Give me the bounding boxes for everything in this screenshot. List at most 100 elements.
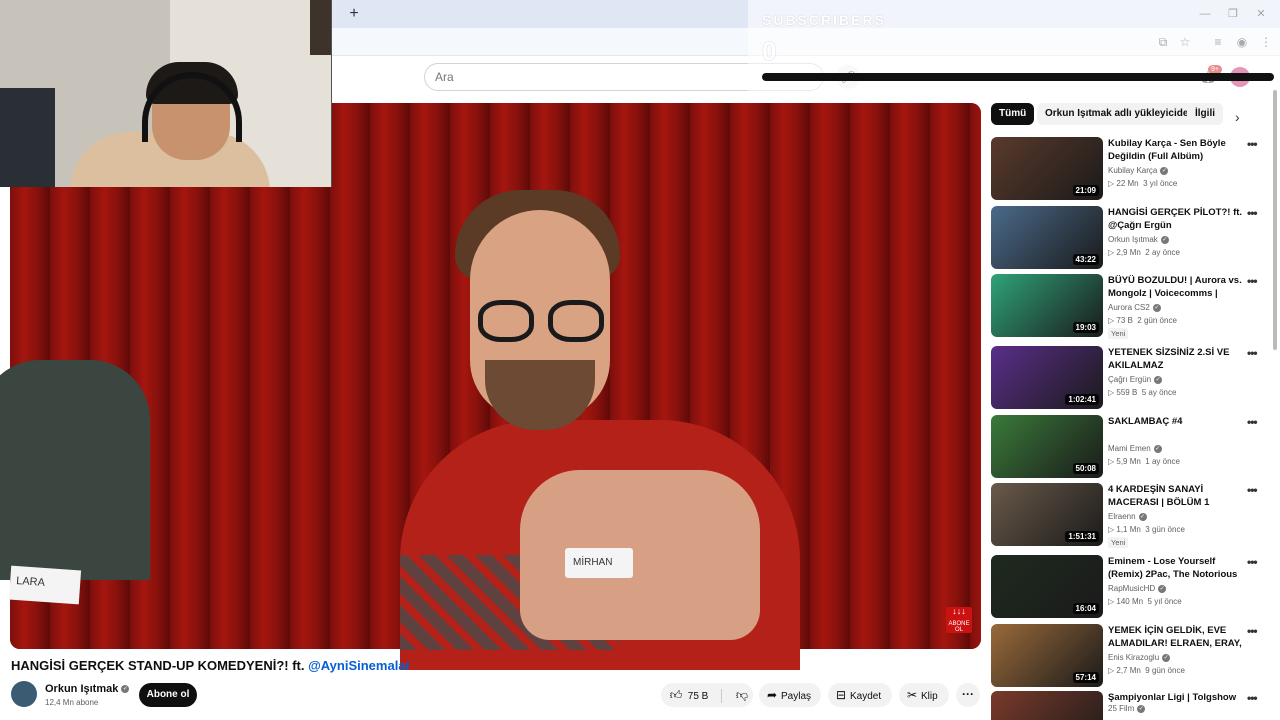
recommendation-views: 2,9 Mn: [1116, 248, 1141, 257]
recommendation-views: 1,1 Mn: [1116, 525, 1141, 534]
channel-subscriber-count: 12,4 Mn abone: [45, 698, 99, 707]
recommendation-thumbnail[interactable]: 57:14: [991, 624, 1103, 687]
recommendation-thumbnail[interactable]: 43:22: [991, 206, 1103, 269]
recommendation-item[interactable]: 57:14 YEMEK İÇİN GELDİK, EVE ALMADILAR! E…: [991, 624, 1271, 688]
more-options-icon[interactable]: •••: [1247, 555, 1258, 569]
recommendation-item[interactable]: 43:22 HANGİSİ GERÇEK PİLOT?! ft. @Çağrı E…: [991, 206, 1271, 270]
recommendation-title[interactable]: 4 KARDEŞİN SANAYİ MACERASI | BÖLÜM 1: [1108, 483, 1248, 509]
verified-icon: ✓: [1160, 166, 1169, 175]
recommendation-item[interactable]: 50:08 SAKLAMBAÇ #4 Mami Emen ✓ ▷ 5,9 Mn 1 ay…: [991, 415, 1271, 479]
recommendation-item[interactable]: 16:04 Eminem - Lose Yourself (Remix) 2Pac…: [991, 555, 1271, 619]
recommendation-title[interactable]: YETENEK SİZSİNİZ 2.Sİ VE AKILALMAZ SİHİR…: [1108, 346, 1248, 372]
title-mention-link[interactable]: @AyniSinemalar: [308, 658, 411, 673]
scissors-icon: ✂: [906, 688, 918, 702]
subscriber-overlay-count: 0: [762, 36, 777, 66]
subscriber-overlay-label: SUBSCRIBERS: [762, 12, 886, 28]
webcam-picture-frame: [310, 0, 331, 55]
verified-icon: ✓: [1138, 512, 1147, 521]
more-options-icon[interactable]: •••: [1247, 624, 1258, 638]
recommendation-title[interactable]: SAKLAMBAÇ #4: [1108, 415, 1248, 428]
recommendation-views: 22 Mn: [1116, 179, 1139, 188]
sidebar-scrollbar[interactable]: [1273, 90, 1277, 350]
recommendation-title[interactable]: BÜYÜ BOZULDU! | Aurora vs. Mongolz | Voi…: [1108, 274, 1248, 300]
like-icon[interactable]: 👍︎: [667, 683, 685, 707]
recommendation-channel-name: Elraenn: [1108, 512, 1136, 521]
recommendation-meta: ▷ 5,9 Mn 1 ay önce: [1108, 457, 1180, 466]
recommendation-age: 9 gün önce: [1145, 666, 1185, 675]
chevron-right-icon[interactable]: ›: [1235, 109, 1240, 125]
recommendation-meta: ▷ 140 Mn 5 yıl önce: [1108, 597, 1182, 606]
duration-badge: 43:22: [1072, 254, 1099, 265]
recommendation-title[interactable]: HANGİSİ GERÇEK PİLOT?! ft. @Çağrı Ergün: [1108, 206, 1248, 232]
verified-icon: ✓: [1158, 584, 1167, 593]
more-options-icon[interactable]: •••: [1247, 206, 1258, 220]
verified-icon: ✓: [1162, 653, 1171, 662]
recommendation-channel[interactable]: RapMusicHD ✓: [1108, 584, 1167, 593]
more-options-icon[interactable]: •••: [1247, 483, 1258, 497]
recommendation-meta: ▷ 2,9 Mn 2 ay önce: [1108, 248, 1180, 257]
recommendation-thumbnail[interactable]: 16:04: [991, 555, 1103, 618]
recommendation-age: 5 yıl önce: [1147, 597, 1182, 606]
channel-name[interactable]: Orkun Işıtmak ✓: [45, 683, 130, 695]
like-divider: [721, 689, 723, 704]
more-actions-icon[interactable]: ···: [956, 683, 980, 707]
recommendation-title[interactable]: Kubilay Karça - Sen Böyle Değildin (Full…: [1108, 137, 1248, 163]
chip-related[interactable]: İlgili: [1187, 103, 1223, 125]
save-button[interactable]: ⊟ Kaydet: [828, 683, 892, 707]
recommendation-channel[interactable]: Enis Kirazoglu ✓: [1108, 653, 1171, 662]
recommendation-title[interactable]: Eminem - Lose Yourself (Remix) 2Pac, The…: [1108, 555, 1248, 581]
recommendation-thumbnail[interactable]: 1:51:31: [991, 483, 1103, 546]
new-tab-button[interactable]: +: [344, 4, 364, 24]
recommendation-channel[interactable]: Kubilay Karça ✓: [1108, 166, 1169, 175]
more-options-icon[interactable]: •••: [1247, 137, 1258, 151]
share-button[interactable]: ➦ Paylaş: [759, 683, 821, 707]
dislike-icon[interactable]: 👎︎: [733, 683, 751, 707]
recommendation-channel[interactable]: Elraenn ✓: [1108, 512, 1147, 521]
recommendation-item[interactable]: 21:09 Kubilay Karça - Sen Böyle Değildin …: [991, 137, 1271, 201]
recommendation-age: 3 gün önce: [1145, 525, 1185, 534]
recommendation-meta: ▷ 22 Mn 3 yıl önce: [1108, 179, 1177, 188]
recommendation-title[interactable]: YEMEK İÇİN GELDİK, EVE ALMADILAR! ELRAEN…: [1108, 624, 1248, 650]
recommendation-thumbnail[interactable]: 21:09: [991, 137, 1103, 200]
recommendation-age: 5 ay önce: [1141, 388, 1177, 397]
recommendation-thumbnail[interactable]: 50:08: [991, 415, 1103, 478]
recommendation-item[interactable]: 19:03 BÜYÜ BOZULDU! | Aurora vs. Mongolz …: [991, 274, 1271, 339]
duration-badge: 57:14: [1072, 672, 1099, 683]
more-options-icon[interactable]: •••: [1247, 346, 1258, 360]
recommendation-channel-name: Çağrı Ergün: [1108, 375, 1152, 384]
new-badge: Yeni: [1108, 537, 1129, 548]
recommendation-channel[interactable]: Orkun Işıtmak ✓: [1108, 235, 1169, 244]
recommendation-item[interactable]: Şampiyonlar Ligi | Tolgshow25 Film✓▷ •••: [991, 691, 1271, 720]
recommendation-channel[interactable]: Aurora CS2 ✓: [1108, 303, 1161, 312]
subscribe-button[interactable]: Abone ol: [139, 683, 197, 707]
more-options-icon[interactable]: •••: [1247, 274, 1258, 288]
recommendation-channel[interactable]: 25 Film ✓: [1108, 704, 1146, 713]
channel-avatar[interactable]: [11, 681, 37, 707]
recommendation-channel-name: 25 Film: [1108, 704, 1135, 713]
recommendation-channel[interactable]: Çağrı Ergün ✓: [1108, 375, 1163, 384]
recommendation-title[interactable]: Şampiyonlar Ligi | Tolgshow: [1108, 691, 1248, 704]
main-name-tag: MİRHAN: [565, 548, 633, 578]
recommendation-item[interactable]: 1:51:31 4 KARDEŞİN SANAYİ MACERASI | BÖLÜ…: [991, 483, 1271, 548]
verified-icon: ✓: [1154, 375, 1163, 384]
recommendation-views: 5,9 Mn: [1116, 457, 1141, 466]
like-count[interactable]: 75 B: [688, 691, 709, 702]
recommendation-age: 2 ay önce: [1145, 248, 1180, 257]
recommendation-thumbnail[interactable]: [991, 691, 1103, 720]
more-options-icon[interactable]: •••: [1247, 415, 1258, 429]
recommendation-thumbnail[interactable]: 19:03: [991, 274, 1103, 337]
more-options-icon[interactable]: •••: [1247, 691, 1258, 705]
recommendation-channel-name: Enis Kirazoglu: [1108, 653, 1160, 662]
verified-icon: ✓: [1160, 235, 1169, 244]
recommendation-item[interactable]: 1:02:41 YETENEK SİZSİNİZ 2.Sİ VE AKILALMA…: [991, 346, 1271, 410]
recommendation-channel-name: Orkun Işıtmak: [1108, 235, 1158, 244]
recommendation-channel-name: Aurora CS2: [1108, 303, 1150, 312]
recommendation-thumbnail[interactable]: 1:02:41: [991, 346, 1103, 409]
chip-from-uploader[interactable]: Orkun Işıtmak adlı yükleyiciden: [1037, 103, 1203, 125]
recommendation-age: 3 yıl önce: [1143, 179, 1178, 188]
recommendation-channel-name: Kubilay Karça: [1108, 166, 1158, 175]
chip-all[interactable]: Tümü: [991, 103, 1035, 125]
clip-label: Klip: [921, 691, 938, 702]
recommendation-channel[interactable]: Mami Emen ✓: [1108, 444, 1162, 453]
clip-button[interactable]: ✂ Klip: [899, 683, 949, 707]
